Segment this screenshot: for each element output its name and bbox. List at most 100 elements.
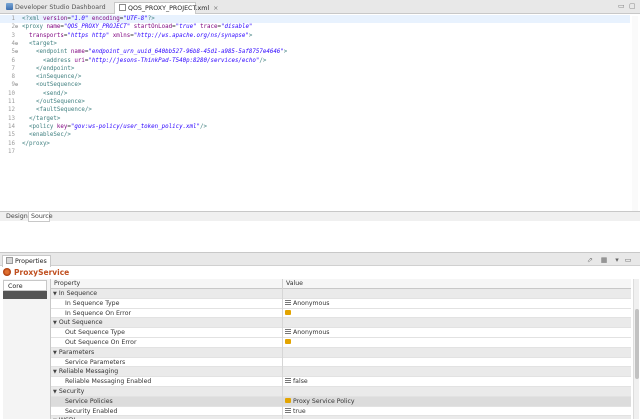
property-value: true [293, 407, 306, 415]
code-line[interactable]: 2 ⊖ <proxy name="QOS_PROXY_PROJECT" startO… [0, 23, 630, 31]
code-token: "https http" [67, 32, 110, 39]
category-row[interactable]: ▼ Reliable Messaging [51, 367, 631, 378]
code-text: transports="https http" xmlns="http://ws… [22, 32, 252, 40]
fold-toggle-icon[interactable]: ⊖ [15, 40, 18, 48]
code-line[interactable]: 13 </target> [0, 115, 630, 123]
properties-icon [6, 257, 13, 264]
code-token: xmlns [112, 32, 131, 39]
expand-triangle-icon[interactable]: ▼ [53, 319, 57, 328]
property-row[interactable]: Out Sequence Type Anonymous [51, 328, 631, 338]
code-line[interactable]: 12 <faultSequence/> [0, 106, 630, 114]
code-token: "true" [175, 24, 197, 31]
property-row[interactable]: In Sequence Type Anonymous [51, 298, 631, 309]
minimize-icon[interactable]: ▭ [618, 2, 625, 10]
property-value: Anonymous [293, 329, 330, 337]
xml-source-editor[interactable]: 1 <?xml version="1.0" encoding="UTF-8"?> 2… [0, 14, 640, 211]
property-row[interactable]: Reliable Messaging Enabled false [51, 377, 631, 387]
line-number: 11 [8, 99, 15, 105]
tab-qos-proxy-project-xml[interactable]: QOS_PROXY_PROJECT.xml × [114, 2, 218, 14]
code-line[interactable]: 16 </proxy> [0, 140, 630, 148]
property-value-cell[interactable]: Anonymous [283, 328, 631, 338]
code-token: "endpoint_urn_uuid_640bb527-96b8-45d1-a9… [88, 49, 284, 56]
code-token: "http://jesons-ThinkPad-T540p:8280/servi… [88, 57, 260, 64]
property-row[interactable]: Service Policies Proxy Service Policy [51, 396, 631, 407]
code-line[interactable]: 4 ⊖ <target> [0, 40, 630, 48]
code-line[interactable]: 14 <policy key="gov:ws-policy/user_token… [0, 123, 630, 131]
code-line[interactable]: 6 <address uri="http://jesons-ThinkPad-T… [0, 57, 630, 65]
code-line[interactable]: 8 <inSequence/> [0, 73, 630, 81]
property-value-cell[interactable] [283, 338, 631, 348]
categories-icon[interactable]: ▦ [600, 256, 608, 264]
code-line[interactable]: 11 </outSequence> [0, 98, 630, 106]
tab-core[interactable]: Core [3, 280, 47, 291]
maximize-icon[interactable]: ▢ [629, 2, 636, 10]
line-number: 13 [8, 115, 15, 122]
property-row[interactable]: Service Parameters [51, 357, 631, 368]
fold-toggle-icon[interactable]: ⊖ [15, 23, 18, 31]
property-name-cell: ▼ Security [51, 387, 283, 397]
minimize-icon[interactable]: ▭ [624, 256, 632, 264]
code-text: </endpoint> [22, 65, 74, 73]
expand-triangle-icon[interactable]: ▼ [53, 388, 57, 397]
code-line[interactable]: 1 <?xml version="1.0" encoding="UTF-8"?> [0, 15, 630, 23]
pencil-icon [285, 397, 291, 403]
property-row[interactable]: In Sequence On Error [51, 308, 631, 319]
code-text: <policy key="gov:ws-policy/user_token_po… [22, 123, 207, 131]
close-icon[interactable]: × [213, 5, 218, 12]
property-row[interactable]: Out Sequence On Error [51, 338, 631, 348]
code-line[interactable]: 15 <enableSec/> [0, 131, 630, 139]
property-value-cell[interactable] [283, 309, 631, 319]
code-token: trace [200, 24, 218, 31]
vertical-scrollbar[interactable] [633, 279, 639, 419]
category-row[interactable]: ▼ Out Sequence [51, 318, 631, 329]
code-line[interactable]: 10 <send/> [0, 90, 630, 98]
column-header-value[interactable]: Value [283, 279, 631, 289]
tab-properties[interactable]: Properties [2, 255, 51, 267]
fold-toggle-icon[interactable]: ⊖ [15, 48, 18, 56]
property-value-cell[interactable]: true [283, 407, 631, 417]
expand-triangle-icon[interactable]: ▼ [53, 349, 57, 358]
property-name-cell: ▼ Out Sequence [51, 318, 283, 329]
code-line[interactable]: 9 ⊖ <outSequence> [0, 81, 630, 89]
category-row[interactable]: ▼ In Sequence [51, 289, 631, 299]
code-token: <endpoint [35, 49, 71, 56]
property-label: Parameters [58, 348, 95, 356]
category-row[interactable]: ▼ Security [51, 387, 631, 397]
code-token: "gov:ws-policy/user_token_policy.xml" [70, 123, 201, 130]
property-name-cell: Reliable Messaging Enabled [51, 377, 283, 387]
pin-icon[interactable]: ⬀ [586, 256, 594, 264]
code-line[interactable]: 3 transports="https http" xmlns="http://… [0, 32, 630, 40]
property-value-cell[interactable]: false [283, 377, 631, 387]
tab-source[interactable]: Source [28, 212, 53, 222]
tab-design[interactable]: Design [4, 212, 28, 222]
code-line[interactable]: 7 </endpoint> [0, 65, 630, 73]
expand-triangle-icon[interactable]: ▼ [53, 368, 57, 377]
property-value-cell[interactable]: Anonymous [283, 299, 631, 309]
scrollbar-thumb[interactable] [635, 309, 639, 379]
expand-triangle-icon[interactable]: ▼ [53, 290, 57, 299]
pencil-icon [285, 339, 291, 344]
property-value-cell[interactable] [283, 358, 631, 368]
category-row[interactable]: ▼ Parameters [51, 347, 631, 358]
property-label: Security Enabled [65, 407, 118, 415]
code-line[interactable]: 17 [0, 148, 630, 156]
side-tabs-panel [3, 279, 50, 419]
property-value-cell[interactable]: Proxy Service Policy [283, 397, 631, 407]
fold-toggle-icon[interactable]: ⊖ [15, 81, 18, 89]
line-number: 5 [11, 49, 16, 56]
code-line[interactable]: 5 ⊖ <endpoint name="endpoint_urn_uuid_640… [0, 48, 630, 56]
selection-title: ProxyService [3, 268, 69, 278]
column-header-property[interactable]: Property [51, 279, 283, 289]
tab-developer-studio-dashboard[interactable]: Developer Studio Dashboard [2, 2, 114, 14]
code-token: <send/> [42, 90, 68, 97]
code-token: > [283, 49, 288, 56]
view-menu-icon[interactable]: ▾ [613, 256, 621, 264]
property-row[interactable]: Security Enabled true [51, 406, 631, 417]
code-token: <address [42, 57, 75, 64]
code-text: <target> [22, 40, 57, 48]
property-label: Out Sequence On Error [65, 339, 137, 346]
